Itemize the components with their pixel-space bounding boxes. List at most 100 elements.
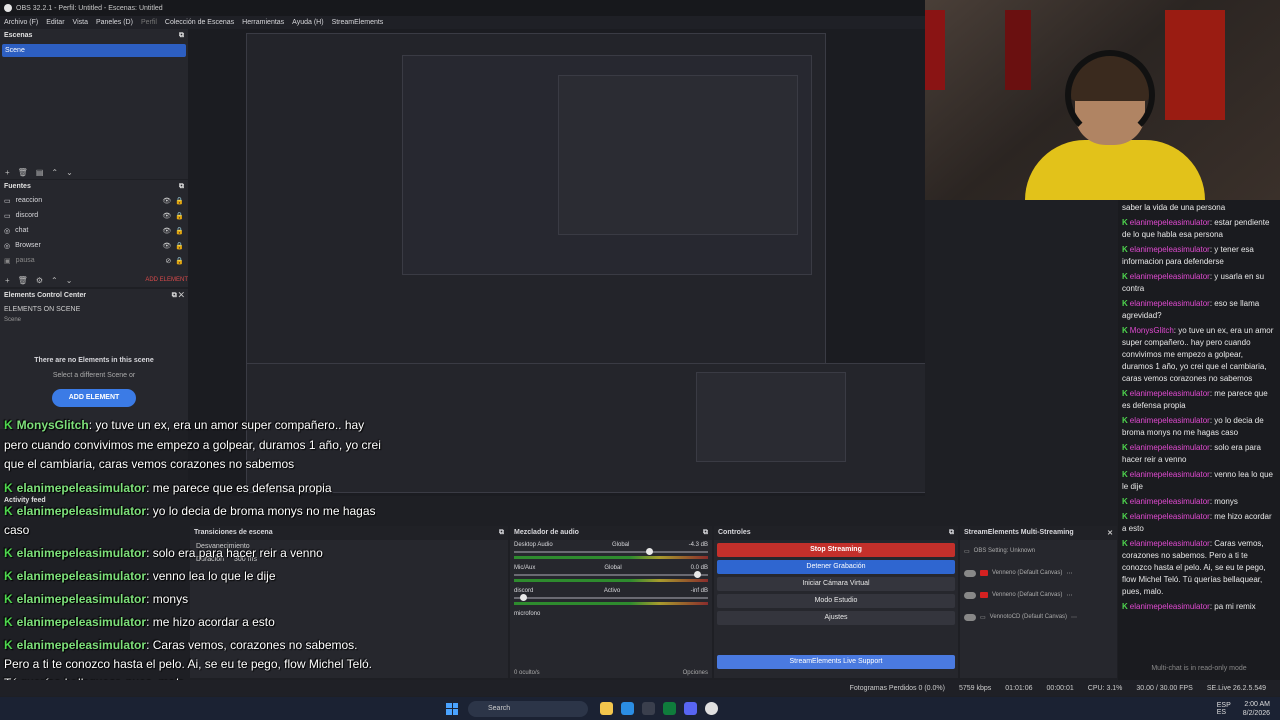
lock-icon[interactable]: 🔒: [175, 212, 184, 220]
undock-icon[interactable]: ⧉: [949, 529, 954, 537]
eye-icon[interactable]: 👁: [162, 212, 171, 220]
volume-slider[interactable]: [514, 571, 708, 578]
discord-icon[interactable]: [684, 702, 697, 715]
live-support-button[interactable]: StreamElements Live Support: [717, 655, 955, 669]
settings-button[interactable]: Ajustes: [717, 611, 955, 625]
scene-item[interactable]: Scene: [2, 44, 186, 57]
file-explorer-icon[interactable]: [600, 702, 613, 715]
chat-username: elanimepeleasimulator: [1129, 416, 1210, 425]
chat-text: : me parece que es defensa propia: [146, 481, 332, 495]
ecc-header: Elements Control Center ⧉ ✕: [0, 289, 188, 302]
settings-icon[interactable]: ⚙: [36, 276, 43, 285]
menu-herramientas[interactable]: Herramientas: [242, 19, 284, 26]
close-icon[interactable]: ✕: [179, 292, 184, 299]
undock-icon[interactable]: ⧉: [172, 292, 177, 299]
kick-icon: K: [1122, 443, 1128, 452]
chat-username: elanimepeleasimulator: [1129, 602, 1210, 611]
overlay-chat-message: Kelanimepeleasimulator: monys: [4, 592, 188, 606]
chat-text: : yo lo decia de broma monys no me hagas: [146, 504, 376, 518]
volume-slider[interactable]: [514, 594, 708, 601]
target-toggle[interactable]: [964, 569, 976, 577]
studio-mode-button[interactable]: Modo Estudio: [717, 594, 955, 608]
target-name: Venneno (Default Canvas): [992, 570, 1063, 576]
language-indicator[interactable]: ESP ES: [1217, 702, 1231, 716]
clock[interactable]: 2:00 AM 8/2/2026: [1243, 700, 1270, 718]
source-item[interactable]: ◎ chat 👁 🔒: [0, 223, 188, 238]
undock-icon[interactable]: ⧉: [179, 32, 184, 40]
more-icon[interactable]: ⋯: [1066, 570, 1072, 577]
move-down-icon[interactable]: ⌄: [66, 276, 73, 285]
mixer-title: Mezclador de audio: [514, 529, 579, 536]
menu-paneles[interactable]: Paneles (D): [96, 19, 133, 26]
chat-message: Kelanimepeleasimulator: pa mi remix: [1122, 601, 1276, 613]
lock-icon[interactable]: 🔒: [175, 257, 184, 265]
overlay-chat-message: Kelanimepeleasimulator: Caras vemos, cor…: [4, 638, 358, 652]
edge-icon[interactable]: [621, 702, 634, 715]
menu-vista[interactable]: Vista: [73, 19, 88, 26]
bitrate: 5759 kbps: [958, 684, 992, 692]
source-item[interactable]: ▭ reaccion 👁 🔒: [0, 193, 188, 208]
menu-streamelements[interactable]: StreamElements: [332, 19, 384, 26]
kick-icon: K: [1122, 512, 1128, 521]
se-version: SE.Live 26.2.5.549: [1206, 684, 1266, 692]
remove-scene-icon[interactable]: 🗑: [18, 168, 28, 177]
chat-username: elanimepeleasimulator: [16, 504, 147, 518]
windows-start-icon[interactable]: [446, 702, 458, 715]
filter-icon[interactable]: ▤: [36, 168, 44, 177]
menu-perfil[interactable]: Perfil: [141, 19, 157, 26]
mixer-track: microfono: [510, 609, 712, 619]
mixer-options-button[interactable]: Opciones: [683, 670, 708, 676]
overlay-chat: K MonysGlitch: yo tuve un ex, era un amor…: [0, 418, 500, 718]
scenes-header: Escenas ⧉: [0, 29, 188, 42]
move-down-icon[interactable]: ⌄: [66, 168, 73, 177]
undock-icon[interactable]: ⧉: [703, 529, 708, 537]
taskbar-apps: [600, 702, 718, 715]
multistream-dock: StreamElements Multi-Streaming ✕ ▭ OBS S…: [960, 526, 1117, 678]
chat-text: que el cambiaria, caras vemos corazones …: [4, 457, 295, 471]
lock-icon[interactable]: 🔒: [175, 242, 184, 250]
target-toggle[interactable]: [964, 591, 976, 599]
mixer-track: Desktop Audio Global -4.3 dB: [510, 540, 712, 563]
lock-icon[interactable]: 🔒: [175, 227, 184, 235]
eye-off-icon[interactable]: ⊘: [165, 257, 171, 265]
add-element-button[interactable]: ADD ELEMENT: [52, 389, 136, 407]
menu-ayuda[interactable]: Ayuda (H): [292, 19, 323, 26]
source-item[interactable]: ▣ pausa ⊘ 🔒: [0, 253, 188, 268]
eye-icon[interactable]: 👁: [162, 242, 171, 250]
store-icon[interactable]: [642, 702, 655, 715]
slider-knob[interactable]: [694, 571, 702, 578]
slider-knob[interactable]: [519, 594, 527, 601]
chat-message: Kelanimepeleasimulator: y usarla en su c…: [1122, 271, 1276, 295]
undock-icon[interactable]: ⧉: [179, 183, 184, 191]
slider-knob[interactable]: [645, 548, 653, 555]
add-scene-icon[interactable]: +: [5, 168, 10, 177]
chat-username: elanimepeleasimulator: [1129, 272, 1210, 281]
close-icon[interactable]: ✕: [1107, 529, 1113, 537]
stop-streaming-button[interactable]: Stop Streaming: [717, 543, 955, 557]
more-icon[interactable]: ⋯: [1071, 614, 1077, 621]
stop-recording-button[interactable]: Detener Grabación: [717, 560, 955, 574]
menu-archivo[interactable]: Archivo (F): [4, 19, 38, 26]
mixer-track: Mic/Aux Global 0.0 dB: [510, 563, 712, 586]
source-item[interactable]: ▭ discord 👁 🔒: [0, 208, 188, 223]
source-item[interactable]: ◎ Browser 👁 🔒: [0, 238, 188, 253]
taskbar-search[interactable]: Search: [468, 700, 588, 717]
add-source-icon[interactable]: +: [5, 276, 10, 285]
virtual-camera-button[interactable]: Iniciar Cámara Virtual: [717, 577, 955, 591]
menu-coleccion[interactable]: Colección de Escenas: [165, 19, 234, 26]
target-toggle[interactable]: [964, 613, 976, 621]
eye-icon[interactable]: 👁: [162, 227, 171, 235]
xbox-icon[interactable]: [663, 702, 676, 715]
move-up-icon[interactable]: ⌃: [51, 168, 58, 177]
more-icon[interactable]: ⋯: [1066, 592, 1072, 599]
remove-source-icon[interactable]: 🗑: [18, 276, 28, 285]
eye-icon[interactable]: 👁: [162, 197, 171, 205]
obs-icon[interactable]: [705, 702, 718, 715]
nested-preview-frame: [558, 75, 798, 235]
chat-username: elanimepeleasimulator: [16, 546, 147, 560]
move-up-icon[interactable]: ⌃: [51, 276, 58, 285]
menu-editar[interactable]: Editar: [46, 19, 64, 26]
add-element-link[interactable]: ADD ELEMENT: [145, 277, 188, 283]
volume-slider[interactable]: [514, 548, 708, 555]
lock-icon[interactable]: 🔒: [175, 197, 184, 205]
